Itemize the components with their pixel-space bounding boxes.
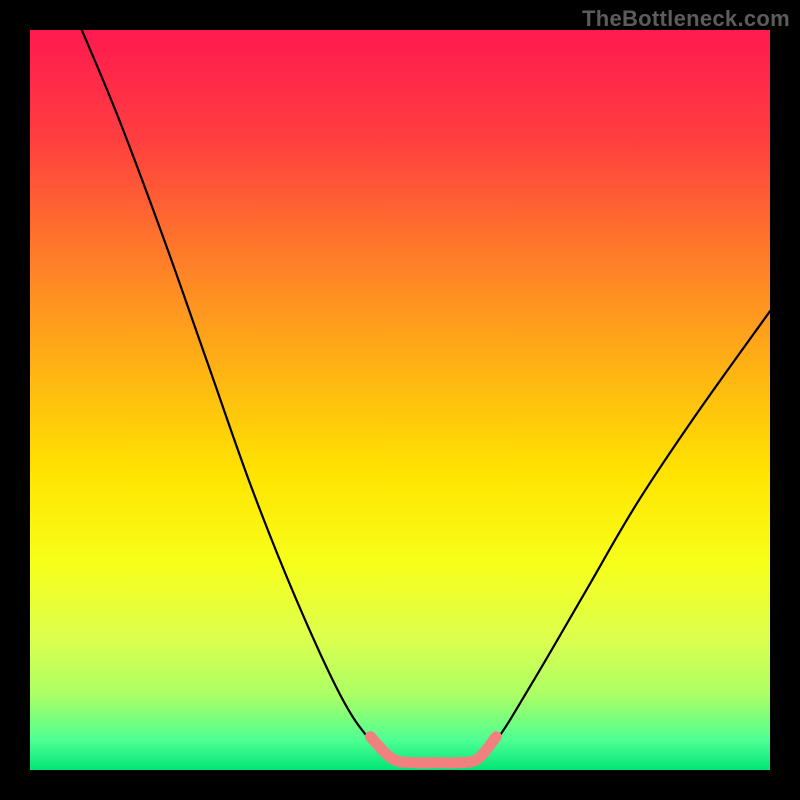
chart-frame: TheBottleneck.com bbox=[0, 0, 800, 800]
watermark-text: TheBottleneck.com bbox=[582, 6, 790, 32]
chart-svg bbox=[30, 30, 770, 770]
plot-area bbox=[30, 30, 770, 770]
gradient-background bbox=[30, 30, 770, 770]
